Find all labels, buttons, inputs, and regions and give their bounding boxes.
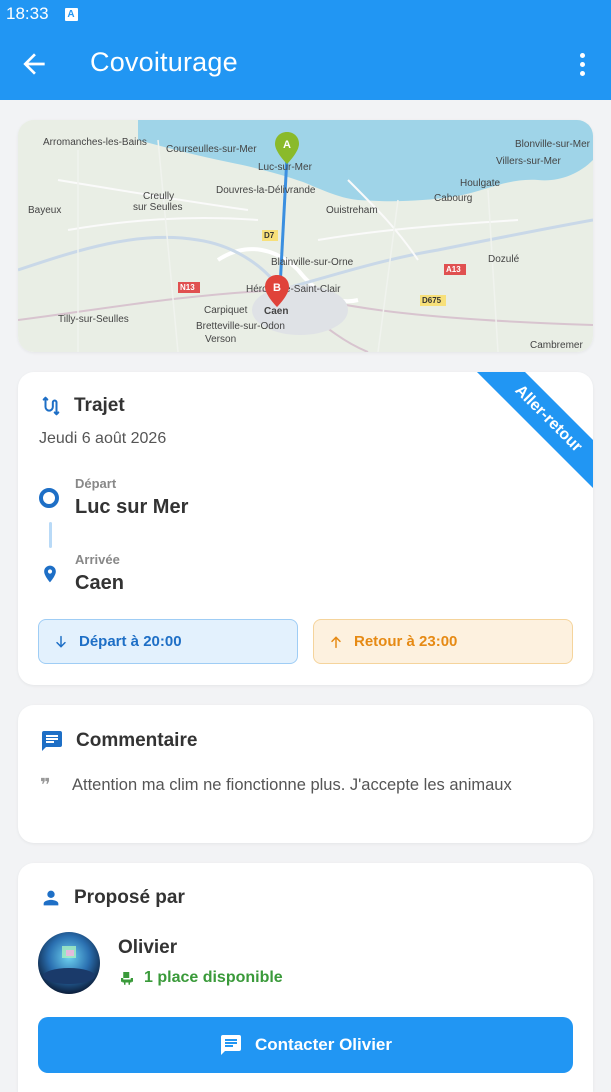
status-time: 18:33 — [6, 4, 49, 23]
arrow-up-icon — [331, 635, 341, 648]
back-button[interactable] — [18, 48, 50, 80]
avatar-image — [38, 932, 100, 994]
svg-text:Verson: Verson — [205, 334, 236, 345]
notification-icon: A — [64, 7, 78, 21]
trip-header: Trajet — [40, 394, 125, 418]
driver-name: Olivier — [118, 937, 178, 958]
arrow-down-icon — [56, 635, 66, 648]
proposer-card: Proposé par Olivier 1 place disponible C… — [18, 863, 593, 1092]
trip-title: Trajet — [74, 395, 125, 416]
route-connector — [49, 522, 52, 548]
contact-driver-button[interactable]: Contacter Olivier — [38, 1017, 573, 1073]
svg-text:Houlgate: Houlgate — [460, 178, 500, 189]
svg-text:Dozulé: Dozulé — [488, 254, 520, 265]
quote-icon: ❞ — [40, 775, 51, 795]
svg-text:Creully: Creully — [143, 191, 174, 202]
comment-text: Attention ma clim ne fionctionne plus. J… — [72, 776, 512, 794]
page-title: Covoiturage — [90, 47, 238, 77]
route-map[interactable]: Arromanches-les-Bains Courseulles-sur-Me… — [18, 120, 593, 352]
svg-text:D675: D675 — [422, 296, 442, 305]
round-trip-ribbon: Aller-retour — [458, 372, 593, 509]
return-time-chip: Retour à 23:00 — [313, 619, 573, 664]
route-icon — [42, 396, 60, 416]
more-vert-icon[interactable] — [570, 48, 594, 80]
svg-text:Hérouville-Saint-Clair: Hérouville-Saint-Clair — [246, 284, 341, 295]
contact-button-label: Contacter Olivier — [255, 1035, 392, 1054]
person-icon — [43, 890, 59, 906]
departure-label: Départ — [75, 476, 117, 491]
svg-text:sur Seulles: sur Seulles — [133, 202, 182, 213]
trip-card: Trajet Jeudi 6 août 2026 Aller-retour Dé… — [18, 372, 593, 685]
svg-text:Luc-sur-Mer: Luc-sur-Mer — [258, 162, 313, 173]
seats-available: 1 place disponible — [118, 969, 283, 987]
departure-time-chip: Départ à 20:00 — [38, 619, 298, 664]
comment-header: Commentaire — [40, 729, 197, 753]
departure-place: Luc sur Mer — [75, 496, 189, 518]
svg-text:B: B — [273, 282, 281, 294]
svg-text:Blainville-sur-Orne: Blainville-sur-Orne — [271, 257, 354, 268]
departure-dot-icon — [39, 488, 59, 508]
seats-text: 1 place disponible — [144, 969, 283, 986]
proposer-title: Proposé par — [74, 887, 185, 908]
return-time: Retour à 23:00 — [354, 633, 458, 650]
arrival-place: Caen — [75, 572, 124, 594]
svg-text:Blonville-sur-Mer: Blonville-sur-Mer — [515, 139, 591, 150]
proposer-header: Proposé par — [40, 887, 185, 909]
map-image: Arromanches-les-Bains Courseulles-sur-Me… — [18, 120, 593, 352]
location-pin-icon — [44, 565, 56, 583]
message-icon — [221, 1035, 241, 1055]
svg-text:Caen: Caen — [264, 306, 288, 317]
svg-text:Carpiquet: Carpiquet — [204, 305, 248, 316]
comment-card: Commentaire ❞ Attention ma clim ne fionc… — [18, 705, 593, 843]
svg-text:Cambremer: Cambremer — [530, 340, 583, 351]
trip-date: Jeudi 6 août 2026 — [39, 430, 167, 447]
avatar[interactable] — [38, 932, 100, 994]
svg-text:A: A — [283, 139, 291, 151]
svg-text:Bayeux: Bayeux — [28, 205, 61, 216]
svg-text:D7: D7 — [264, 231, 275, 240]
departure-time: Départ à 20:00 — [79, 633, 182, 650]
status-bar: 18:33 A — [0, 0, 611, 28]
svg-text:N13: N13 — [180, 283, 195, 292]
svg-text:Cabourg: Cabourg — [434, 193, 472, 204]
svg-text:Courseulles-sur-Mer: Courseulles-sur-Mer — [166, 144, 257, 155]
comment-icon — [42, 731, 62, 751]
svg-text:Bretteville-sur-Odon: Bretteville-sur-Odon — [196, 321, 285, 332]
svg-text:Ouistreham: Ouistreham — [326, 205, 378, 216]
arrow-left-icon — [23, 53, 45, 75]
svg-text:Douvres-la-Délivrande: Douvres-la-Délivrande — [216, 185, 316, 196]
svg-text:Arromanches-les-Bains: Arromanches-les-Bains — [43, 137, 147, 148]
arrival-label: Arrivée — [75, 552, 120, 567]
comment-title: Commentaire — [76, 730, 198, 751]
svg-text:Villers-sur-Mer: Villers-sur-Mer — [496, 156, 561, 167]
seat-icon — [121, 972, 133, 985]
svg-text:Tilly-sur-Seulles: Tilly-sur-Seulles — [58, 314, 129, 325]
app-bar: Covoiturage — [0, 28, 611, 100]
svg-text:A13: A13 — [446, 265, 461, 274]
